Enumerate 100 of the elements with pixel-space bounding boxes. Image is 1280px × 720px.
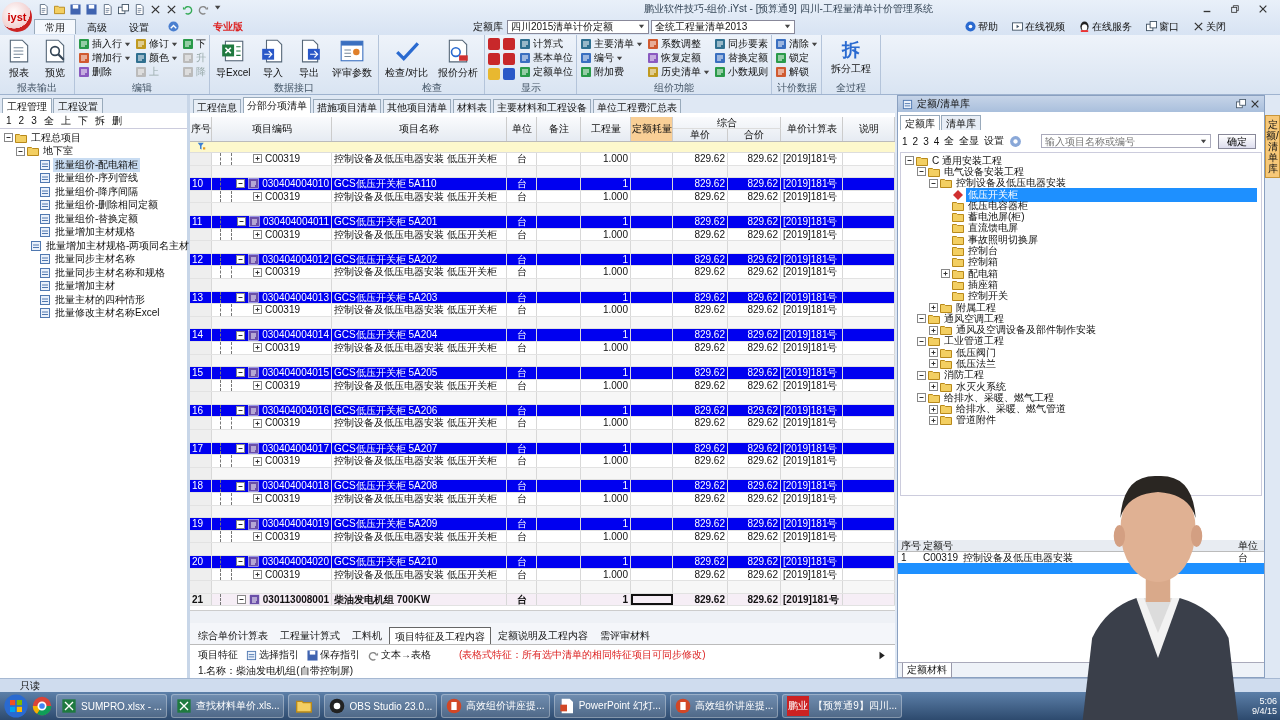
table-row[interactable]: 18 030404004018 GCS低压开关柜 5A208 台 1 829.62 829.62 [2019]181号: [190, 480, 895, 494]
toolbar-link[interactable]: 关闭: [1206, 19, 1226, 34]
expand-toggle-icon[interactable]: [253, 154, 262, 164]
ribbon-button[interactable]: 修订: [135, 38, 178, 50]
ribbon-button[interactable]: 评审参数: [329, 38, 376, 80]
collapse-toggle-icon[interactable]: [236, 368, 246, 378]
close-icon[interactable]: [1250, 99, 1260, 109]
expand-toggle-icon[interactable]: [929, 382, 938, 392]
toolbar-link[interactable]: 在线视频: [1025, 19, 1065, 34]
tree-item[interactable]: 批量组价-配电箱柜: [53, 157, 141, 172]
expand-toggle-icon[interactable]: [253, 343, 262, 353]
detail-tab[interactable]: 需评审材料: [595, 627, 655, 645]
ribbon-button[interactable]: 报价分析: [435, 38, 482, 80]
toolbar-button[interactable]: 3: [31, 115, 37, 126]
ribbon-button[interactable]: 恢复定额: [647, 52, 711, 64]
menu-tab[interactable]: 常用: [34, 19, 76, 34]
ribbon-button[interactable]: 预览: [39, 38, 71, 80]
tree-item[interactable]: 批量修改主材名称Excel: [53, 306, 162, 321]
taskbar-button[interactable]: 鹏业 【预算通9】四川...: [782, 694, 903, 718]
tree-item[interactable]: 地下室: [41, 144, 75, 159]
view-toggle-icon[interactable]: [488, 68, 501, 80]
table-row[interactable]: C00319 控制设备及低压电器安装 低压开关柜 台 1.000 829.62 829.62 [2019]181号: [190, 304, 895, 317]
tree-item[interactable]: 批量增加主材规格: [53, 225, 137, 240]
ribbon-button[interactable]: 定额单位: [519, 66, 574, 78]
ribbon-button[interactable]: 附加费: [580, 66, 644, 78]
toolbar-button[interactable]: 2: [912, 135, 919, 147]
collapse-toggle-icon[interactable]: [917, 370, 926, 380]
detail-tab[interactable]: 综合单价计算表: [193, 627, 273, 645]
save-icon[interactable]: [86, 3, 97, 15]
tree-item[interactable]: 电气设备安装工程: [942, 164, 1026, 179]
toolbar-button[interactable]: 1: [6, 115, 12, 126]
toolbar-button[interactable]: 文本→表格: [381, 648, 431, 663]
confirm-button[interactable]: 确定: [1218, 133, 1257, 149]
expand-toggle-icon[interactable]: [929, 404, 938, 414]
browser-icon[interactable]: [32, 696, 52, 716]
expand-toggle-icon[interactable]: [929, 348, 938, 358]
document-icon[interactable]: [38, 3, 49, 15]
document-tab[interactable]: 材料表: [453, 99, 491, 113]
table-row[interactable]: 14 030404004014 GCS低压开关柜 5A204 台 1 829.62 829.62 [2019]181号: [190, 329, 895, 342]
expand-toggle-icon[interactable]: [253, 494, 262, 504]
focused-cell[interactable]: [631, 593, 673, 606]
toolbar-link[interactable]: 帮助: [978, 19, 998, 34]
taskbar-button[interactable]: 高效组价讲座提...: [669, 694, 779, 718]
ribbon-button[interactable]: 导出: [293, 38, 326, 80]
detail-tab[interactable]: 项目特征及工程内容: [389, 627, 491, 645]
expand-toggle-icon[interactable]: [253, 381, 262, 390]
view-toggle-icon[interactable]: [488, 53, 501, 65]
detail-tab[interactable]: 定额说明及工程内容: [493, 627, 593, 645]
expand-toggle-icon[interactable]: [253, 569, 262, 579]
toolbar-button[interactable]: 全: [43, 113, 54, 128]
column-header[interactable]: 单价计算表: [781, 117, 843, 141]
ribbon-button[interactable]: 插入行: [78, 38, 131, 50]
save-icon[interactable]: [70, 3, 81, 15]
arrow-right-icon[interactable]: [878, 650, 887, 660]
toolbar-button[interactable]: 3: [923, 135, 929, 147]
table-row[interactable]: 19 030404004019 GCS低压开关柜 5A209 台 1 829.62 829.62 [2019]181号: [190, 518, 895, 531]
ribbon-button[interactable]: 报表: [3, 38, 35, 80]
collapse-icon[interactable]: [168, 21, 179, 32]
document-tab[interactable]: 分部分项清单: [243, 97, 311, 113]
table-row[interactable]: 15 030404004015 GCS低压开关柜 5A205 台 1 829.62 829.62 [2019]181号: [190, 367, 895, 380]
ribbon-button[interactable]: 解锁: [775, 66, 819, 78]
tree-item[interactable]: 批量组价-替换定额: [53, 211, 141, 226]
expand-toggle-icon[interactable]: [253, 532, 262, 542]
tree-item[interactable]: 管道附件: [954, 413, 998, 428]
toolbar-button[interactable]: 保存指引: [320, 648, 360, 663]
column-header[interactable]: 说明: [843, 117, 895, 141]
collapse-toggle-icon[interactable]: [236, 519, 246, 529]
panel-tab[interactable]: 工程管理: [2, 98, 52, 113]
ribbon-button[interactable]: 小数规则: [714, 66, 769, 78]
column-header[interactable]: 综合: [673, 117, 781, 129]
delete-icon[interactable]: [166, 3, 177, 15]
taskbar-button[interactable]: PowerPoint 幻灯...: [553, 694, 666, 718]
table-row[interactable]: 1 C00319 控制设备及低压电器安装 台: [898, 552, 1264, 563]
toolbar-button[interactable]: 拆: [94, 113, 105, 128]
detail-tab[interactable]: 工程量计算式: [275, 627, 345, 645]
ribbon-button[interactable]: 系数调整: [647, 38, 711, 50]
tree-item[interactable]: 插座箱: [966, 277, 1000, 292]
taskbar-button[interactable]: 高效组价讲座提...: [441, 694, 550, 718]
table-row[interactable]: C00319 控制设备及低压电器安装 低压开关柜 台 1.000 829.62 829.62 [2019]181号: [190, 455, 895, 468]
collapse-toggle-icon[interactable]: [236, 179, 246, 189]
collapse-toggle-icon[interactable]: [236, 255, 246, 265]
collapse-toggle-icon[interactable]: [16, 146, 25, 156]
document-tab[interactable]: 其他项目清单: [383, 99, 451, 113]
detail-tab[interactable]: 工料机: [347, 627, 387, 645]
expand-toggle-icon[interactable]: [253, 305, 262, 315]
view-toggle-icon[interactable]: [503, 38, 516, 50]
tree-item[interactable]: 工程总项目: [29, 130, 83, 145]
tree-item[interactable]: 批量组价-删除相同定额: [53, 198, 161, 213]
collapse-toggle-icon[interactable]: [917, 336, 926, 346]
ribbon-button[interactable]: 清除: [775, 38, 819, 50]
taskbar-button[interactable]: SUMPRO.xlsx - ...: [56, 694, 168, 718]
toolbar-button[interactable]: 上: [60, 113, 71, 128]
ribbon-button[interactable]: 同步要素: [714, 38, 769, 50]
tree-item[interactable]: 批量主材的四种情形: [53, 292, 147, 307]
view-toggle-icon[interactable]: [488, 38, 501, 50]
column-header[interactable]: 单位: [507, 117, 537, 141]
expand-toggle-icon[interactable]: [253, 456, 262, 466]
app-logo[interactable]: iyst: [2, 2, 32, 32]
table-row[interactable]: 20 030404004020 GCS低压开关柜 5A210 台 1 829.62 829.62 [2019]181号: [190, 556, 895, 569]
toolbar-button[interactable]: 4: [933, 135, 940, 147]
